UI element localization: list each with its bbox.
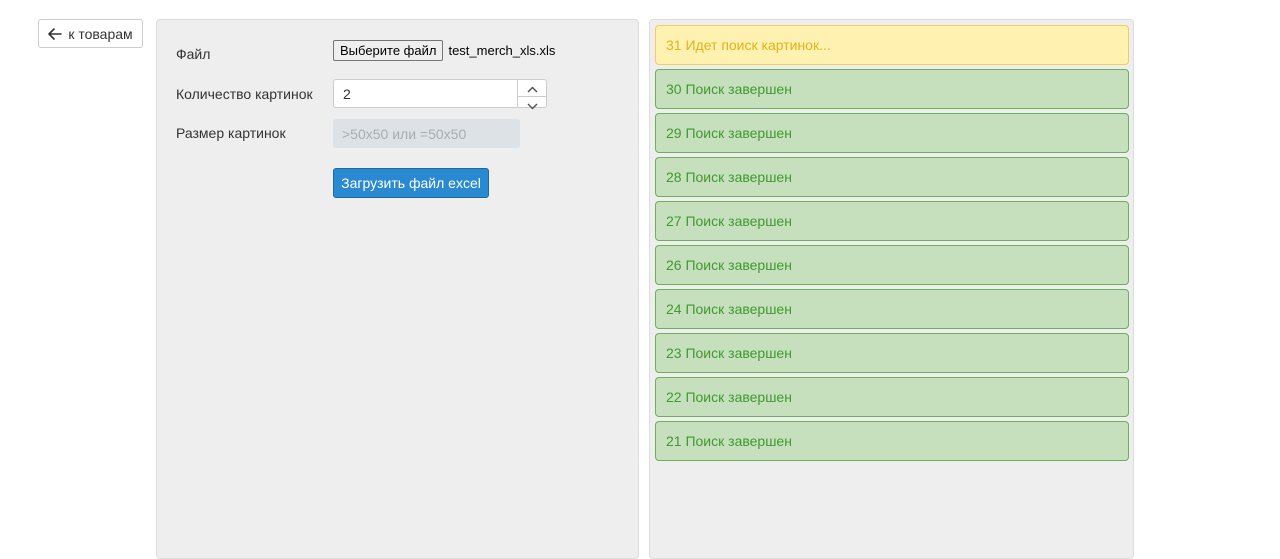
status-item: 24 Поиск завершен bbox=[655, 289, 1129, 329]
chevron-up-icon bbox=[526, 80, 538, 96]
image-count-stepper bbox=[517, 80, 546, 110]
status-item: 26 Поиск завершен bbox=[655, 245, 1129, 285]
status-item: 31 Идет поиск картинок... bbox=[655, 25, 1129, 65]
status-item: 29 Поиск завершен bbox=[655, 113, 1129, 153]
status-item: 22 Поиск завершен bbox=[655, 377, 1129, 417]
selected-file-name: test_merch_xls.xls bbox=[448, 43, 556, 58]
upload-form-panel: Файл Выберите файл test_merch_xls.xls Ко… bbox=[156, 19, 639, 559]
choose-file-button[interactable]: Выберите файл bbox=[333, 40, 444, 61]
image-size-label: Размер картинок bbox=[176, 125, 286, 141]
search-status-panel: 31 Идет поиск картинок... 30 Поиск завер… bbox=[649, 19, 1134, 559]
image-count-input[interactable]: 2 bbox=[333, 79, 547, 110]
stepper-down-button[interactable] bbox=[518, 96, 546, 113]
back-button-label: к товарам bbox=[68, 25, 133, 42]
upload-excel-button[interactable]: Загрузить файл excel bbox=[333, 168, 489, 198]
image-count-value: 2 bbox=[343, 85, 351, 102]
file-label: Файл bbox=[176, 46, 211, 62]
arrow-left-icon bbox=[48, 27, 63, 40]
status-list: 31 Идет поиск картинок... 30 Поиск завер… bbox=[655, 25, 1129, 465]
status-item: 23 Поиск завершен bbox=[655, 333, 1129, 373]
chevron-down-icon bbox=[526, 97, 538, 113]
status-item: 27 Поиск завершен bbox=[655, 201, 1129, 241]
file-picker: Выберите файл test_merch_xls.xls bbox=[333, 40, 555, 61]
back-to-products-button[interactable]: к товарам bbox=[38, 19, 143, 48]
status-item: 30 Поиск завершен bbox=[655, 69, 1129, 109]
status-item: 21 Поиск завершен bbox=[655, 421, 1129, 461]
image-count-label: Количество картинок bbox=[176, 86, 313, 102]
status-item: 28 Поиск завершен bbox=[655, 157, 1129, 197]
stepper-up-button[interactable] bbox=[518, 80, 546, 96]
image-size-input[interactable]: >50x50 или =50x50 bbox=[333, 119, 520, 148]
